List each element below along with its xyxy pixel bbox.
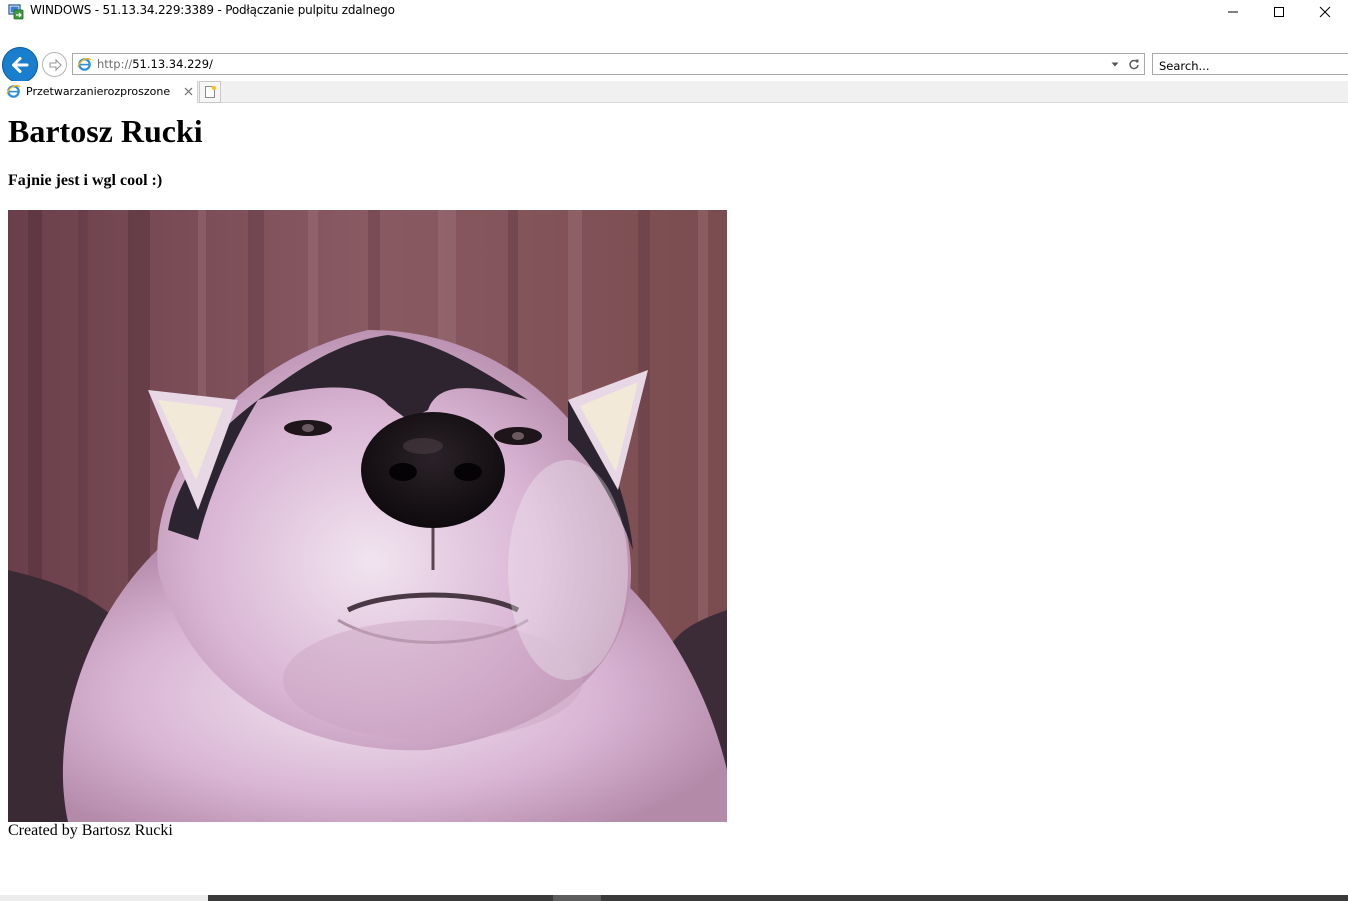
address-scheme: http://	[97, 57, 133, 71]
refresh-button[interactable]	[1127, 57, 1141, 71]
tab-active[interactable]: Przetwarzanierozproszone	[0, 81, 198, 103]
browser-navbar: http://51.13.34.229/	[0, 44, 1348, 83]
remote-desktop-icon	[8, 4, 24, 20]
taskbar-segment	[601, 895, 1348, 901]
page-footer: Created by Bartosz Rucki	[8, 822, 173, 839]
close-icon	[184, 87, 192, 95]
husky-dog-photo	[8, 210, 727, 822]
address-host: 51.13.34.229/	[132, 57, 213, 71]
chevron-down-icon	[1111, 62, 1119, 67]
back-arrow-icon	[12, 57, 29, 73]
internet-explorer-icon	[6, 84, 21, 99]
new-tab-icon	[205, 85, 217, 98]
address-url[interactable]: http://51.13.34.229/	[97, 57, 213, 71]
tab-close-button[interactable]	[182, 85, 194, 97]
address-bar[interactable]: http://51.13.34.229/	[72, 53, 1145, 75]
page-content: Bartosz Rucki Fajnie jest i wgl cool :)	[0, 103, 1348, 893]
window-title: WINDOWS - 51.13.34.229:3389 - Podłączani…	[30, 3, 395, 17]
minimize-icon	[1228, 11, 1238, 13]
taskbar-edge	[0, 895, 1348, 901]
forward-arrow-icon	[48, 58, 62, 71]
minimize-button[interactable]	[1210, 0, 1256, 24]
search-input[interactable]	[1152, 53, 1348, 75]
page-title: Bartosz Rucki	[8, 113, 203, 149]
maximize-icon	[1274, 7, 1284, 17]
address-dropdown-button[interactable]	[1108, 57, 1122, 71]
tab-label: Przetwarzanierozproszone	[26, 85, 171, 98]
maximize-button[interactable]	[1256, 0, 1302, 24]
internet-explorer-icon	[77, 57, 92, 72]
back-button[interactable]	[2, 47, 38, 83]
taskbar-segment	[553, 895, 601, 901]
close-window-button[interactable]	[1302, 0, 1348, 24]
window-titlebar: WINDOWS - 51.13.34.229:3389 - Podłączani…	[0, 0, 1348, 24]
new-tab-button[interactable]	[199, 81, 221, 103]
tab-strip: Przetwarzanierozproszone	[0, 81, 1348, 103]
refresh-icon	[1129, 59, 1139, 70]
page-subtitle: Fajnie jest i wgl cool :)	[8, 172, 163, 189]
close-icon	[1319, 6, 1331, 18]
taskbar-segment	[208, 895, 553, 901]
forward-button[interactable]	[42, 52, 67, 77]
